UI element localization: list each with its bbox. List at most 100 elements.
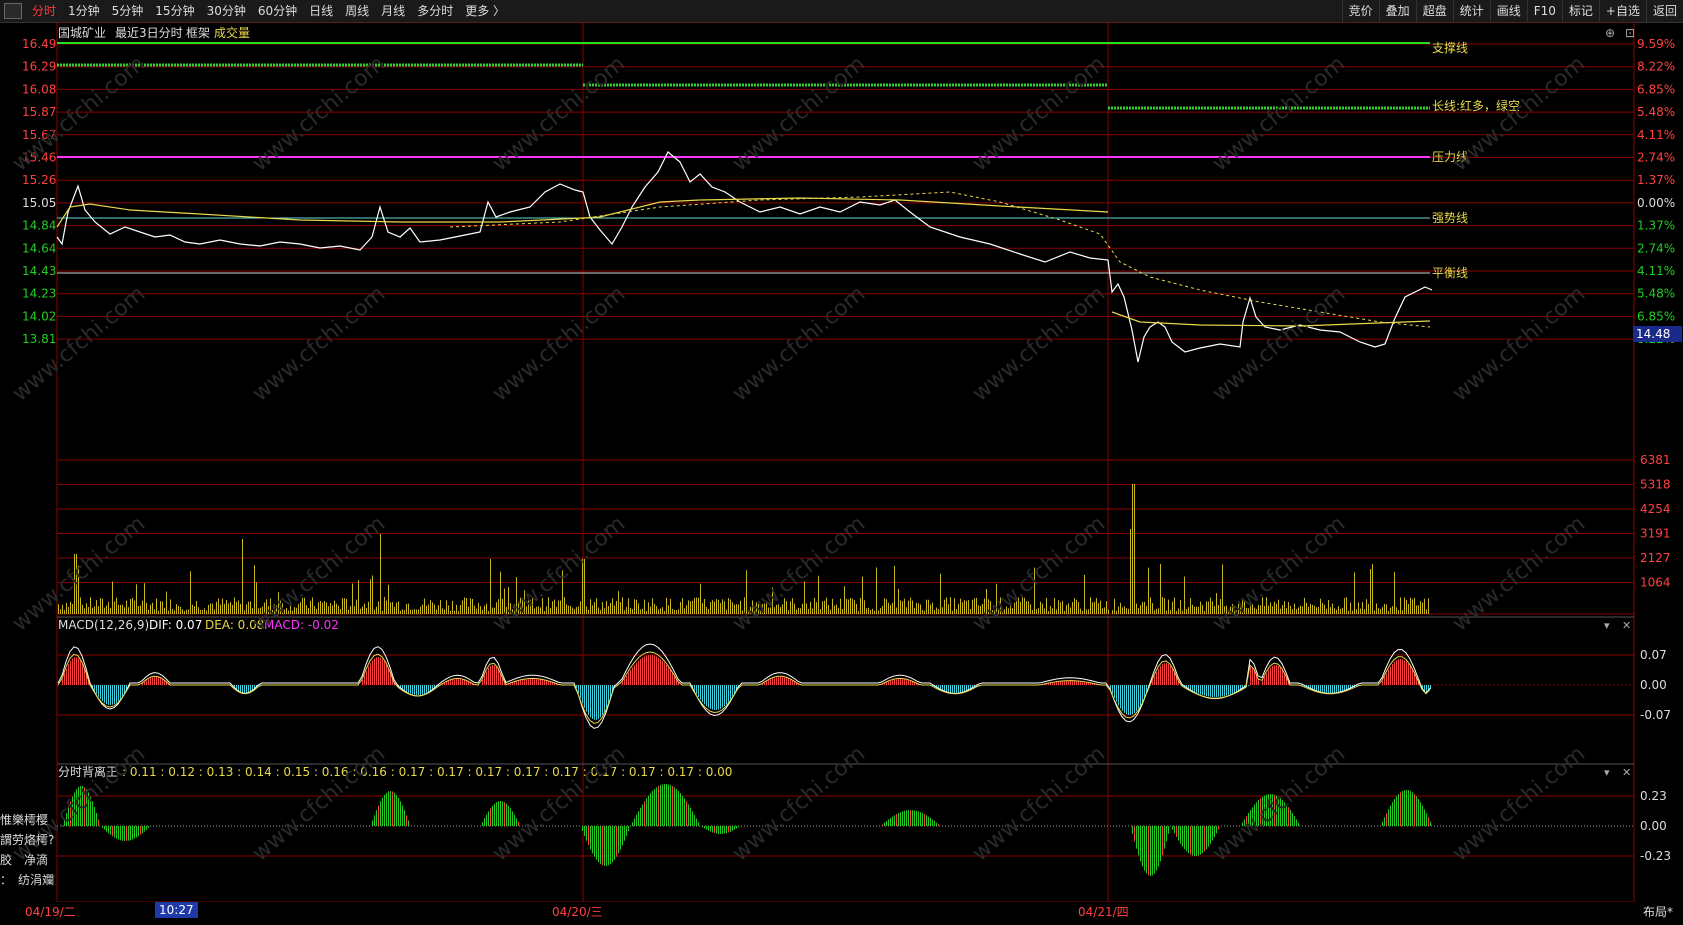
div-bar xyxy=(918,811,919,826)
volume-bar xyxy=(374,609,375,614)
div-bar xyxy=(110,826,111,835)
period-tab-10[interactable]: 更多 〉 xyxy=(459,0,511,22)
chart-canvas[interactable]: 16.49 9.59% 16.29 8.22% 16.08 6.85% 15.87 5.48%… xyxy=(0,22,1683,902)
volume-bar xyxy=(1148,567,1149,614)
div-bar xyxy=(594,826,595,857)
div-bar xyxy=(1406,790,1407,826)
volume-bar xyxy=(1358,602,1359,614)
volume-bar xyxy=(316,608,317,614)
volume-bar xyxy=(66,602,67,614)
macd-bar xyxy=(1220,685,1221,697)
div-bar xyxy=(694,814,695,826)
period-tab-6[interactable]: 日线 xyxy=(303,0,339,22)
macd-bar xyxy=(1338,685,1339,693)
volume-bar xyxy=(1424,598,1425,614)
period-tab-1[interactable]: 1分钟 xyxy=(62,0,106,22)
macd-bar xyxy=(1068,681,1069,685)
macd-bar xyxy=(362,680,363,685)
volume-bar xyxy=(560,600,561,614)
volume-bar xyxy=(98,606,99,614)
volume-bar xyxy=(798,607,799,614)
macd-bar xyxy=(600,685,601,718)
volume-bar xyxy=(682,598,683,614)
period-tab-2[interactable]: 5分钟 xyxy=(106,0,150,22)
volume-bar xyxy=(1336,609,1337,614)
period-toolbar: 分时 1分钟 5分钟 15分钟 30分钟 60分钟 日线 周线 月线 多分时 更多 〉 竞价 叠加 超盘… xyxy=(0,0,1683,23)
macd-bar xyxy=(528,679,529,685)
volume-bar xyxy=(1400,597,1401,614)
div-bar xyxy=(1136,826,1137,849)
volume-bar xyxy=(1184,576,1185,614)
div-bar xyxy=(1424,809,1425,826)
macd-bar xyxy=(664,662,665,685)
macd-bar xyxy=(366,670,367,685)
left-label-3: ： 纺涓斕 xyxy=(0,873,55,887)
div-bar xyxy=(374,815,375,826)
tool-button-5[interactable]: F10 xyxy=(1526,0,1562,22)
tool-button-1[interactable]: 叠加 xyxy=(1378,0,1416,22)
macd-bar xyxy=(1168,664,1169,685)
volume-bar xyxy=(688,600,689,614)
volume-bar xyxy=(456,604,457,614)
div-bar xyxy=(1218,826,1219,830)
period-tab-3[interactable]: 15分钟 xyxy=(149,0,200,22)
div-bar xyxy=(148,826,149,828)
tool-button-0[interactable]: 竞价 xyxy=(1341,0,1379,22)
macd-title: MACD(12,26,9) xyxy=(58,618,149,632)
volume-bar xyxy=(306,605,307,614)
volume-bar xyxy=(412,609,413,614)
div-dropdown-icon: ▾ xyxy=(1604,766,1610,779)
cursor-time-badge: 10:27 xyxy=(155,902,198,918)
period-tab-5[interactable]: 60分钟 xyxy=(252,0,303,22)
macd-bar xyxy=(412,685,413,695)
frame-label: 框架 xyxy=(186,26,210,40)
macd-bar xyxy=(706,685,707,707)
tool-button-2[interactable]: 超盘 xyxy=(1415,0,1453,22)
window-icon[interactable] xyxy=(4,3,22,19)
div-bar xyxy=(1396,796,1397,826)
volume-bar xyxy=(1398,610,1399,614)
period-tab-9[interactable]: 多分时 xyxy=(411,0,459,22)
volume-bar xyxy=(702,602,703,614)
tool-button-8[interactable]: 返回 xyxy=(1645,0,1683,22)
div-bar xyxy=(498,801,499,826)
volume-bar xyxy=(1124,606,1125,614)
volume-bar xyxy=(166,591,167,614)
macd-bar xyxy=(464,679,465,685)
macd-bar xyxy=(1194,685,1195,693)
div-tick: 0.23 xyxy=(1640,789,1667,803)
div-bar xyxy=(482,822,483,826)
tool-button-6[interactable]: 标记 xyxy=(1561,0,1599,22)
volume-bar xyxy=(1322,602,1323,614)
period-tab-0[interactable]: 分时 xyxy=(26,0,62,22)
tool-button-4[interactable]: 画线 xyxy=(1489,0,1527,22)
period-tab-4[interactable]: 30分钟 xyxy=(201,0,252,22)
period-tab-7[interactable]: 周线 xyxy=(339,0,375,22)
macd-bar xyxy=(1082,681,1083,685)
price-tick-left: 15.26 xyxy=(22,173,56,187)
layout-button[interactable]: 布局* xyxy=(1643,903,1673,920)
volume-bar xyxy=(1042,603,1043,614)
tool-button-7[interactable]: +自选 xyxy=(1598,0,1646,22)
tool-button-3[interactable]: 统计 xyxy=(1452,0,1490,22)
macd-bar xyxy=(446,681,447,685)
macd-bar xyxy=(1152,680,1153,685)
volume-bar xyxy=(338,605,339,614)
volume-bar xyxy=(672,608,673,614)
macd-bar xyxy=(778,677,779,685)
macd-bar xyxy=(954,685,955,693)
div-bar xyxy=(900,812,901,826)
macd-bar xyxy=(1200,685,1201,695)
volume-bar xyxy=(574,608,575,614)
macd-bar xyxy=(158,677,159,685)
price-tick-right: 2.74% xyxy=(1637,151,1675,165)
period-tab-8[interactable]: 月线 xyxy=(375,0,411,22)
div-bar xyxy=(646,798,647,826)
volume-bar xyxy=(386,600,387,614)
volume-bar xyxy=(376,606,377,614)
volume-bar xyxy=(848,599,849,614)
volume-bar xyxy=(802,603,803,614)
volume-bar xyxy=(334,600,335,614)
div-bar xyxy=(728,826,729,833)
volume-bar xyxy=(1144,601,1145,614)
